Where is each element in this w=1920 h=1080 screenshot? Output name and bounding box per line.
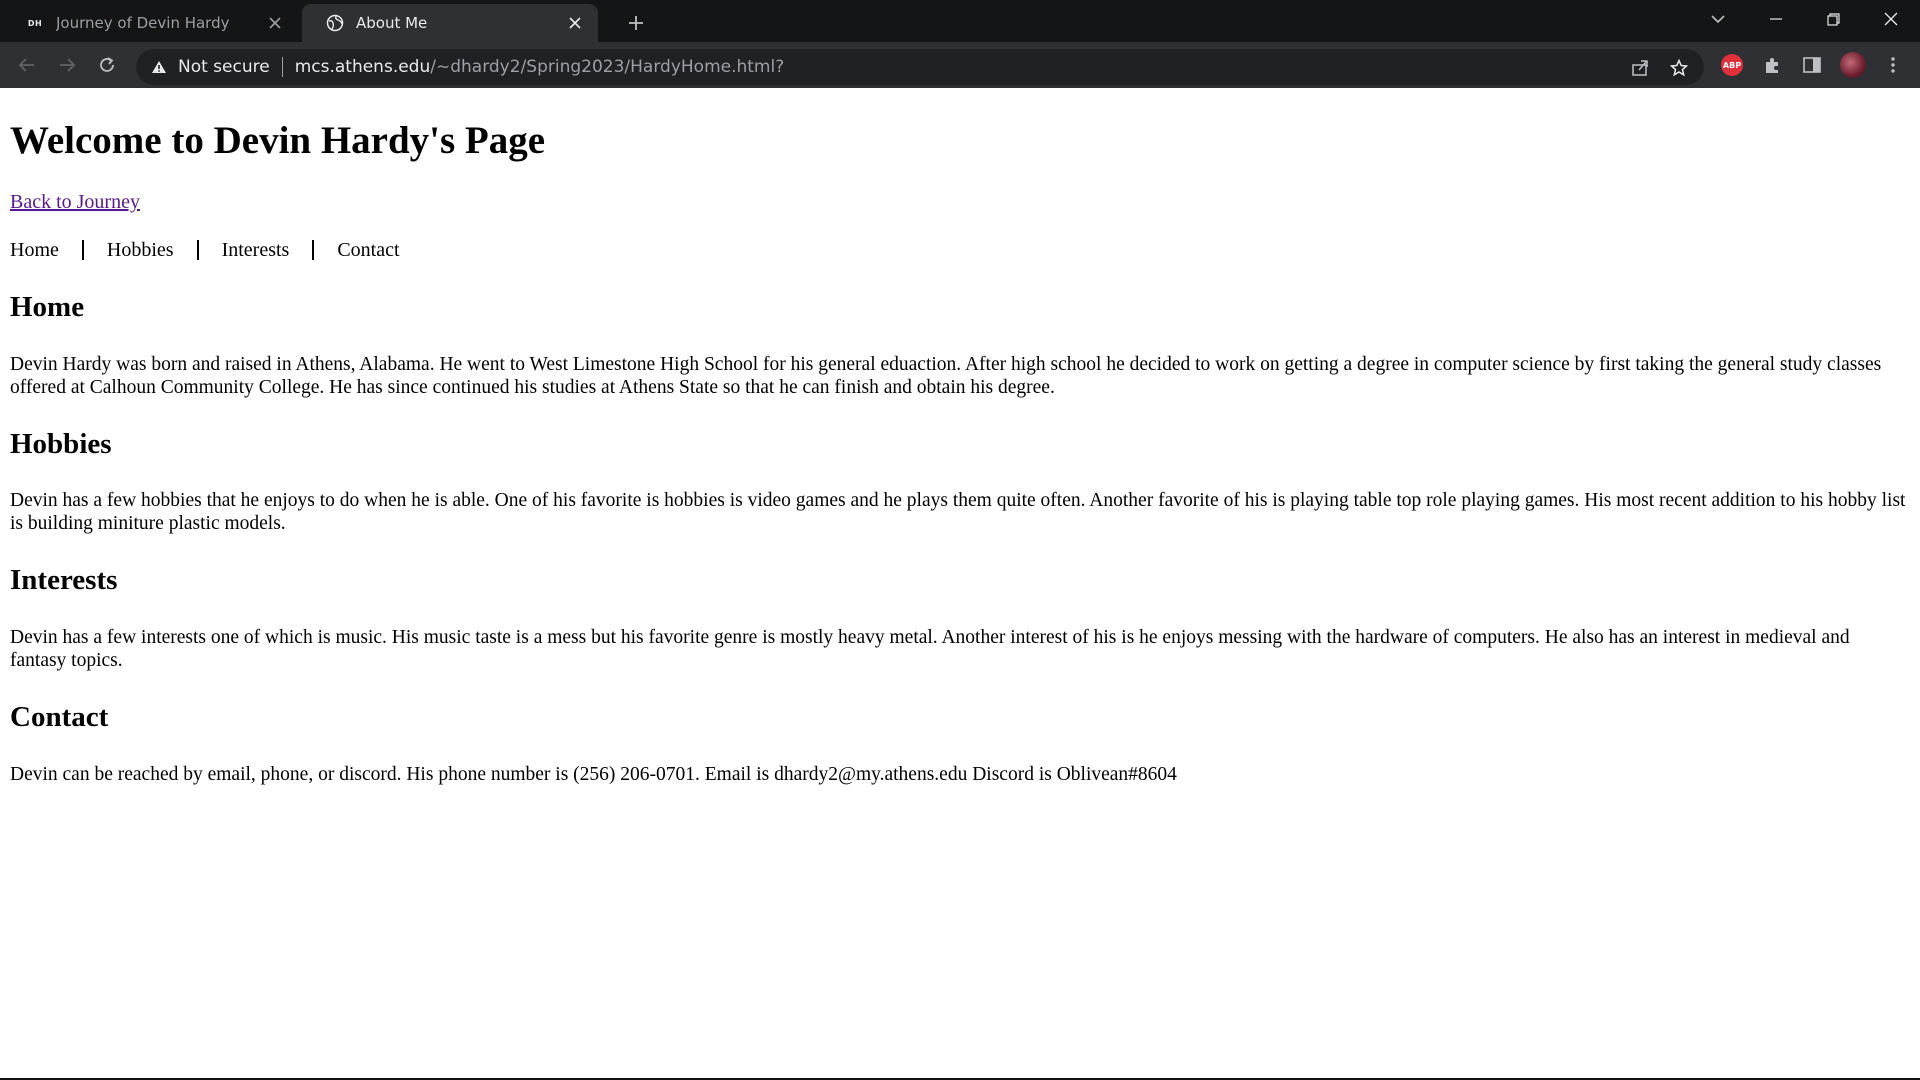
globe-icon <box>326 14 344 32</box>
site-favicon-icon: DH <box>26 14 44 32</box>
url-path: /~dhardy2/Spring2023/HardyHome.html? <box>430 57 785 77</box>
side-panel-icon[interactable] <box>1799 52 1825 78</box>
tab-search-chevron-down-icon[interactable] <box>1690 0 1746 38</box>
nav-divider <box>196 240 199 261</box>
url-host: mcs.athens.edu <box>294 57 431 77</box>
share-icon[interactable] <box>1630 58 1650 78</box>
reload-icon[interactable] <box>92 50 122 80</box>
tab-about-me[interactable]: About Me <box>302 4 598 42</box>
forward-arrow-icon[interactable] <box>52 50 82 80</box>
tab-close-icon[interactable] <box>264 12 286 34</box>
menu-kebab-icon[interactable] <box>1880 52 1906 78</box>
tab-journey[interactable]: DH Journey of Devin Hardy <box>2 4 298 42</box>
site-nav: Home Hobbies Interests Contact <box>10 239 1910 262</box>
section-text-hobbies: Devin has a few hobbies that he enjoys t… <box>10 490 1906 535</box>
page-content: Welcome to Devin Hardy's Page Back to Jo… <box>0 88 1920 1078</box>
tab-strip: DH Journey of Devin Hardy About Me <box>0 0 1920 42</box>
section-heading-hobbies: Hobbies <box>10 427 112 460</box>
nav-item-interests[interactable]: Interests <box>222 239 290 262</box>
back-to-journey-link[interactable]: Back to Journey <box>10 191 140 214</box>
section-heading-home: Home <box>10 290 85 323</box>
section-text-contact: Devin can be reached by email, phone, or… <box>10 763 1177 785</box>
nav-item-home[interactable]: Home <box>10 239 59 262</box>
section-text-interests: Devin has a few interests one of which i… <box>10 627 1850 672</box>
omnibox-divider <box>281 57 283 77</box>
browser-toolbar: Not secure mcs.athens.edu/~dhardy2/Sprin… <box>0 42 1920 88</box>
url-text[interactable]: mcs.athens.edu/~dhardy2/Spring2023/Hardy… <box>295 57 785 77</box>
tab-close-icon[interactable] <box>564 12 586 34</box>
nav-divider <box>81 240 84 261</box>
avatar <box>1840 52 1866 78</box>
browser-chrome: DH Journey of Devin Hardy About Me Not s… <box>0 0 1920 88</box>
minimize-icon[interactable] <box>1748 0 1804 38</box>
nav-item-contact[interactable]: Contact <box>337 239 399 262</box>
profile-avatar[interactable] <box>1840 52 1866 78</box>
extensions-puzzle-icon[interactable] <box>1759 52 1785 78</box>
new-tab-button[interactable] <box>622 9 650 37</box>
nav-item-hobbies[interactable]: Hobbies <box>107 239 174 262</box>
nav-divider <box>312 240 315 261</box>
section-heading-contact: Contact <box>10 701 109 734</box>
page-title: Welcome to Devin Hardy's Page <box>10 119 546 162</box>
section-heading-interests: Interests <box>10 564 118 597</box>
back-arrow-icon[interactable] <box>12 50 42 80</box>
restore-icon[interactable] <box>1805 0 1861 38</box>
tab-title: Journey of Devin Hardy <box>56 14 230 32</box>
adblock-plus-icon[interactable]: ABP <box>1719 52 1745 78</box>
close-window-icon[interactable] <box>1863 0 1919 38</box>
section-text-home: Devin Hardy was born and raised in Athen… <box>10 353 1882 398</box>
warning-triangle-icon[interactable] <box>150 58 168 76</box>
bookmark-star-icon[interactable] <box>1669 58 1689 78</box>
security-status-label[interactable]: Not secure <box>178 57 270 77</box>
tab-title: About Me <box>356 14 428 32</box>
address-bar[interactable]: Not secure mcs.athens.edu/~dhardy2/Sprin… <box>136 49 1704 85</box>
